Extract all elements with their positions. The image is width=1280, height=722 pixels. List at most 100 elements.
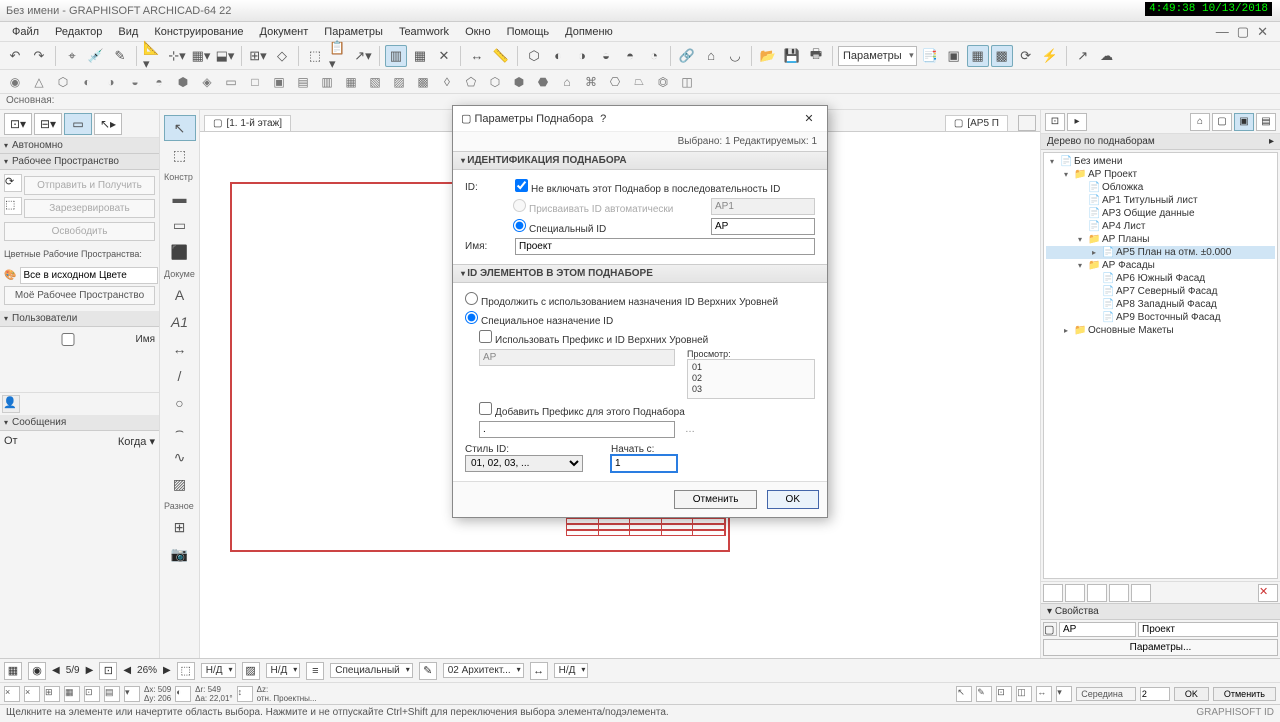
cb5-icon[interactable]: ⊡: [84, 686, 100, 702]
s2-icon[interactable]: △: [28, 72, 50, 92]
tree-node[interactable]: ▸📁Основные Макеты: [1046, 324, 1275, 337]
arc-tool[interactable]: ⌢: [164, 417, 196, 443]
layers-icon[interactable]: 📑: [919, 45, 941, 67]
menu-teamwork[interactable]: Teamwork: [391, 24, 457, 40]
s7-icon[interactable]: ◓: [148, 72, 170, 92]
s12-icon[interactable]: ▣: [268, 72, 290, 92]
view3-icon[interactable]: ▩: [991, 45, 1013, 67]
add-prefix-checkbox[interactable]: [479, 402, 492, 415]
properties-header[interactable]: ▾ Свойства: [1041, 603, 1280, 620]
close-icon[interactable]: ✕: [1257, 24, 1268, 40]
qo5-icon[interactable]: ≡: [306, 662, 324, 680]
menu-design[interactable]: Конструирование: [146, 24, 251, 40]
nav-pub-icon[interactable]: ▤: [1256, 113, 1276, 131]
picker2-icon[interactable]: ⊟▾: [34, 113, 62, 135]
params-dropdown[interactable]: Параметры: [838, 46, 917, 66]
cb6-icon[interactable]: ▤: [104, 686, 120, 702]
reserve-button[interactable]: Зарезервировать: [24, 199, 155, 218]
label-tool[interactable]: A1: [164, 309, 196, 335]
suspend-icon[interactable]: ✕: [433, 45, 455, 67]
open-icon[interactable]: 📂: [757, 45, 779, 67]
tree-node[interactable]: 📄АР6 Южный Фасад: [1046, 272, 1275, 285]
cb8-icon[interactable]: ◐: [175, 686, 191, 702]
align-icon[interactable]: ◇: [271, 45, 293, 67]
arrow-tool-icon[interactable]: ↖▸: [94, 113, 122, 135]
edit1-icon[interactable]: ◐: [547, 45, 569, 67]
minimize-icon[interactable]: —: [1216, 24, 1229, 40]
zoom-fit-icon[interactable]: ⊡: [99, 662, 117, 680]
exclude-checkbox-label[interactable]: Не включать этот Поднабор в последовател…: [515, 179, 780, 195]
s23-icon[interactable]: ⬣: [532, 72, 554, 92]
teamwork-header[interactable]: Автономно: [0, 138, 159, 154]
snap-icon[interactable]: ⊹▾: [166, 45, 188, 67]
s4-icon[interactable]: ◐: [76, 72, 98, 92]
marquee-tool[interactable]: ⬚: [164, 142, 196, 168]
navigator-header[interactable]: Дерево по поднаборам ▸: [1041, 134, 1280, 150]
energy-icon[interactable]: ⚡: [1039, 45, 1061, 67]
tree-node[interactable]: 📄АР1 Титульный лист: [1046, 194, 1275, 207]
menu-document[interactable]: Документ: [252, 24, 317, 40]
graphisoft-id[interactable]: GRAPHISOFT ID: [1196, 707, 1274, 720]
menu-edit[interactable]: Редактор: [47, 24, 110, 40]
zoom-prev-icon[interactable]: ◀: [123, 665, 131, 676]
user-settings-icon[interactable]: 👤: [2, 395, 20, 413]
morph-icon[interactable]: ⬡: [523, 45, 545, 67]
s16-icon[interactable]: ▧: [364, 72, 386, 92]
spline-tool[interactable]: ∿: [164, 444, 196, 470]
fill-tool[interactable]: ▨: [164, 471, 196, 497]
prop-icon[interactable]: ▢: [1043, 622, 1057, 636]
shell-icon[interactable]: ◡: [724, 45, 746, 67]
nav-btn1[interactable]: ⊡: [1045, 113, 1065, 131]
grid-icon[interactable]: ▦▾: [190, 45, 212, 67]
nd2-dd[interactable]: Н/Д: [266, 663, 301, 678]
qo1-icon[interactable]: ▦: [4, 662, 22, 680]
gridsnap-icon[interactable]: ⊞▾: [247, 45, 269, 67]
s26-icon[interactable]: ⎔: [604, 72, 626, 92]
mid-dd[interactable]: Середина: [1076, 687, 1136, 701]
tab-floorplan[interactable]: ▢[1. 1-й этаж]: [204, 115, 291, 131]
picker3-icon[interactable]: ▭: [64, 113, 92, 135]
s5-icon[interactable]: ◑: [100, 72, 122, 92]
continue-radio-label[interactable]: Продолжить с использованием назначения I…: [465, 292, 778, 308]
s20-icon[interactable]: ⬠: [460, 72, 482, 92]
qo4-icon[interactable]: ▨: [242, 662, 260, 680]
edit4-icon[interactable]: ◓: [619, 45, 641, 67]
exclude-checkbox[interactable]: [515, 179, 528, 192]
ruler-icon[interactable]: 📐▾: [142, 45, 164, 67]
s21-icon[interactable]: ⬡: [484, 72, 506, 92]
qo6-icon[interactable]: ✎: [419, 662, 437, 680]
text-tool[interactable]: A: [164, 282, 196, 308]
s24-icon[interactable]: ⌂: [556, 72, 578, 92]
s25-icon[interactable]: ⌘: [580, 72, 602, 92]
use-prefix-checkbox[interactable]: [479, 330, 492, 343]
tree-node[interactable]: 📄АР9 Восточный Фасад: [1046, 311, 1275, 324]
workspace-header[interactable]: Рабочее Пространство: [0, 154, 159, 170]
wall-tool[interactable]: ▬: [164, 185, 196, 211]
my-workspace-button[interactable]: Моё Рабочее Пространство: [4, 286, 155, 305]
track3-icon[interactable]: ⊡: [996, 686, 1012, 702]
use-prefix-label[interactable]: Использовать Префикс и ID Верхних Уровне…: [479, 330, 708, 346]
edit2-icon[interactable]: ◑: [571, 45, 593, 67]
s14-icon[interactable]: ▥: [316, 72, 338, 92]
s8-icon[interactable]: ⬢: [172, 72, 194, 92]
nav-layout-icon[interactable]: ▣: [1234, 113, 1254, 131]
track-num-input[interactable]: [1140, 687, 1170, 701]
qo2-icon[interactable]: ◉: [28, 662, 46, 680]
tree-node[interactable]: ▾📁АР Проект: [1046, 168, 1275, 181]
spec-dd[interactable]: Специальный: [330, 663, 412, 678]
track2-icon[interactable]: ✎: [976, 686, 992, 702]
qo3-icon[interactable]: ⬚: [177, 662, 195, 680]
move-icon[interactable]: ↗▾: [352, 45, 374, 67]
tree-node[interactable]: ▾📄Без имени: [1046, 155, 1275, 168]
menu-file[interactable]: Файл: [4, 24, 47, 40]
tree-node[interactable]: ▾📁АР Фасады: [1046, 259, 1275, 272]
s28-icon[interactable]: ⏣: [652, 72, 674, 92]
start-field[interactable]: [611, 455, 677, 472]
s1-icon[interactable]: ◉: [4, 72, 26, 92]
nav-new2-icon[interactable]: [1065, 584, 1085, 602]
style-select[interactable]: 01, 02, 03, ...: [465, 455, 583, 472]
tab-layout[interactable]: ▢[АР5 П: [945, 115, 1008, 131]
qo7-icon[interactable]: ↔: [530, 662, 548, 680]
page-prev-icon[interactable]: ◀: [52, 665, 60, 676]
nav-new-icon[interactable]: [1043, 584, 1063, 602]
